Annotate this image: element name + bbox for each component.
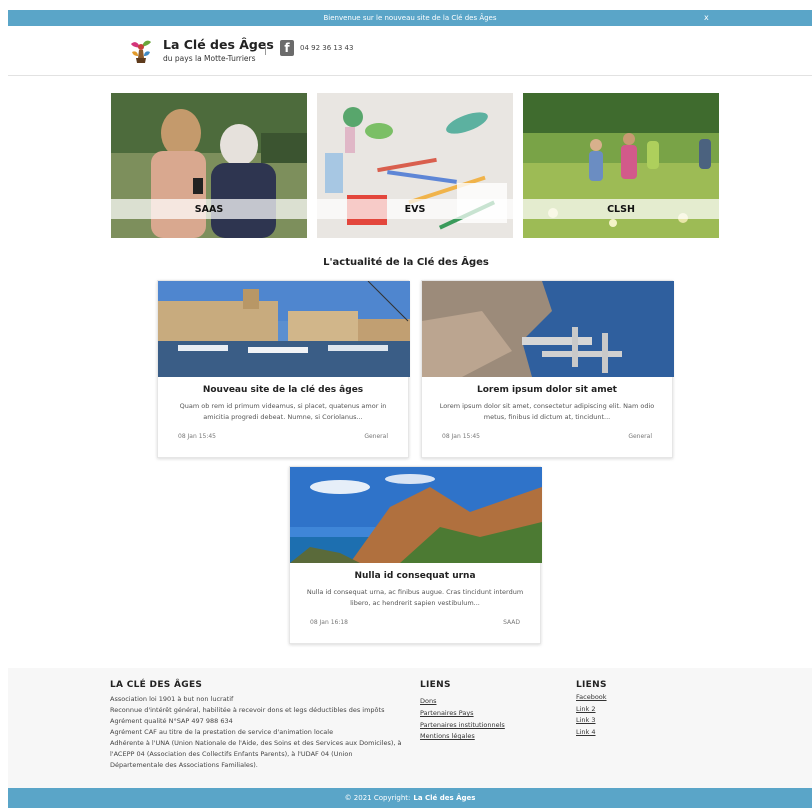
- footer-about-line: Association loi 1901 à but non lucratif: [110, 695, 234, 703]
- news-date: 08 Jan 16:18: [310, 619, 348, 626]
- logo-icon[interactable]: [126, 36, 156, 66]
- site-title[interactable]: La Clé des Âges: [163, 37, 274, 52]
- copyright-brand: La Clé des Âges: [413, 794, 476, 802]
- site-footer: LA CLÉ DES ÂGES Association loi 1901 à b…: [8, 668, 812, 788]
- footer-link-partenaires-pays[interactable]: Partenaires Pays: [420, 708, 474, 720]
- service-label-evs: EVS: [317, 199, 513, 219]
- news-card[interactable]: Nulla id consequat urna Nulla id consequ…: [289, 466, 542, 644]
- news-category: SAAD: [503, 619, 520, 626]
- header-divider: [265, 43, 266, 55]
- news-excerpt: Quam ob rem id primum videamus, si place…: [179, 402, 387, 421]
- news-card[interactable]: Nouveau site de la clé des âges Quam ob …: [157, 280, 410, 458]
- service-tile-saas[interactable]: SAAS: [111, 93, 307, 238]
- news-title[interactable]: Lorem ipsum dolor sit amet: [422, 385, 672, 395]
- footer-about-line: Agrément CAF au titre de la prestation d…: [110, 728, 334, 736]
- news-title[interactable]: Nouveau site de la clé des âges: [158, 385, 408, 395]
- news-photo: [290, 467, 542, 563]
- copyright-text: © 2021 Copyright:: [344, 794, 411, 802]
- footer-link-4[interactable]: Link 4: [576, 727, 596, 739]
- news-heading: L'actualité de la Clé des Âges: [323, 257, 489, 268]
- footer-link-dons[interactable]: Dons: [420, 696, 437, 708]
- announcement-bar: Bienvenue sur le nouveau site de la Clé …: [8, 10, 812, 26]
- news-date: 08 Jan 15:45: [442, 433, 480, 440]
- footer-links2-title: LIENS: [576, 680, 607, 690]
- footer-about-line: Reconnue d'intérêt général, habilitée à …: [110, 706, 385, 714]
- phone-number: 04 92 36 13 43: [300, 44, 354, 52]
- footer-link-3[interactable]: Link 3: [576, 715, 596, 727]
- footer-about-line: l'ACEPP 04 (Association des Collectifs E…: [110, 750, 353, 758]
- news-photo: [158, 281, 410, 377]
- service-label-saas: SAAS: [111, 199, 307, 219]
- service-tile-clsh[interactable]: CLSH: [523, 93, 719, 238]
- footer-about-line: Adhérente à l'UNA (Union Nationale de l'…: [110, 739, 402, 747]
- news-title[interactable]: Nulla id consequat urna: [290, 571, 540, 581]
- copyright-bar: © 2021 Copyright: La Clé des Âges: [8, 788, 812, 808]
- footer-link-2[interactable]: Link 2: [576, 704, 596, 716]
- news-excerpt: Nulla id consequat urna, ac finibus augu…: [306, 588, 524, 607]
- service-tile-evs[interactable]: EVS: [317, 93, 513, 238]
- news-card[interactable]: Lorem ipsum dolor sit amet Lorem ipsum d…: [421, 280, 674, 458]
- news-category: General: [628, 433, 652, 440]
- footer-about-line: Agrément qualité N°SAP 497 988 634: [110, 717, 233, 725]
- news-category: General: [364, 433, 388, 440]
- news-date: 08 Jan 15:45: [178, 433, 216, 440]
- facebook-icon[interactable]: f: [280, 40, 294, 56]
- news-excerpt: Lorem ipsum dolor sit amet, consectetur …: [439, 402, 655, 421]
- footer-about-line: Départementale des Associations Familial…: [110, 761, 258, 769]
- footer-link-facebook[interactable]: Facebook: [576, 692, 607, 704]
- footer-link-partenaires-institutionnels[interactable]: Partenaires institutionnels: [420, 720, 505, 732]
- news-photo: [422, 281, 674, 377]
- site-subtitle: du pays la Motte-Turriers: [163, 54, 256, 63]
- footer-link-mentions-legales[interactable]: Mentions légales: [420, 731, 475, 743]
- announcement-text: Bienvenue sur le nouveau site de la Clé …: [323, 14, 497, 22]
- announcement-close-button[interactable]: x: [704, 13, 709, 22]
- site-header: La Clé des Âges du pays la Motte-Turrier…: [8, 26, 812, 76]
- footer-about-title: LA CLÉ DES ÂGES: [110, 680, 203, 690]
- service-label-clsh: CLSH: [523, 199, 719, 219]
- footer-links-title: LIENS: [420, 680, 451, 690]
